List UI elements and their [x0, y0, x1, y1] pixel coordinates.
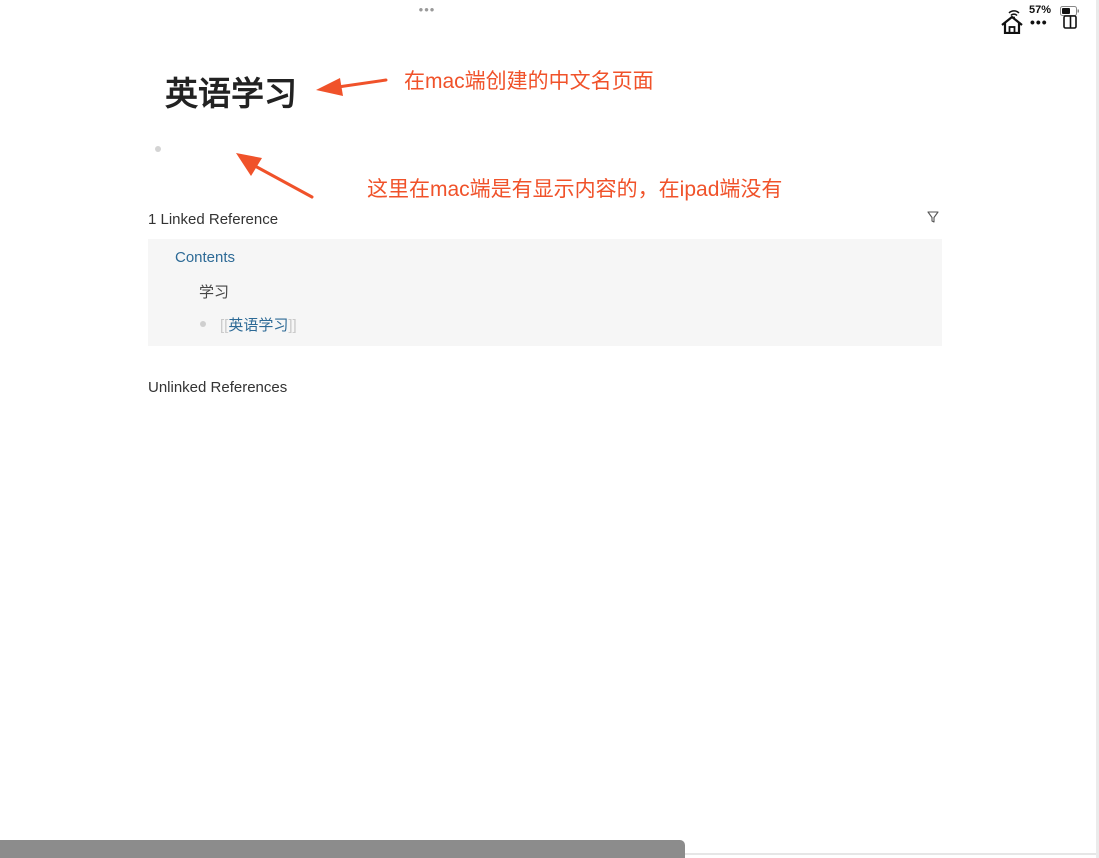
ref-block-text[interactable]: [[英语学习]] [220, 314, 297, 335]
linked-references-title[interactable]: 1 Linked Reference [148, 211, 278, 228]
page: ••• 57% ••• 英语学习 在mac端创建的中文名页面 这里在mac端是有… [0, 0, 1099, 858]
annotation-title-note: 在mac端创建的中文名页面 [404, 70, 654, 93]
page-title[interactable]: 英语学习 [165, 72, 297, 116]
filter-icon[interactable] [926, 210, 940, 224]
arrow-to-title-icon [316, 78, 388, 96]
ref-parent-block[interactable]: 学习 [199, 281, 229, 302]
status-bar: 57% ••• [999, 2, 1089, 34]
more-icon[interactable]: ••• [1030, 14, 1048, 30]
arrow-to-block-icon [236, 153, 314, 199]
annotation-content-note: 这里在mac端是有显示内容的，在ipad端没有 [367, 178, 783, 201]
block-bullet[interactable] [200, 321, 206, 327]
home-wifi-icon[interactable] [999, 8, 1025, 34]
page-reference-link[interactable]: 英语学习 [228, 317, 288, 334]
linked-references-header: 1 Linked Reference [148, 210, 942, 232]
ref-page-link[interactable]: Contents [175, 249, 235, 266]
sidebar-toggle-icon[interactable] [1063, 15, 1077, 29]
empty-block-bullet[interactable] [155, 146, 161, 152]
bottom-toolbar [0, 840, 685, 858]
multitasking-dots[interactable]: ••• [415, 3, 439, 16]
linked-reference-item: Contents 学习 [[英语学习]] [148, 239, 942, 346]
annotation-arrows [236, 78, 388, 199]
unlinked-references-header[interactable]: Unlinked References [148, 379, 287, 396]
bracket-close: ]] [288, 317, 297, 334]
divider [685, 853, 1096, 855]
